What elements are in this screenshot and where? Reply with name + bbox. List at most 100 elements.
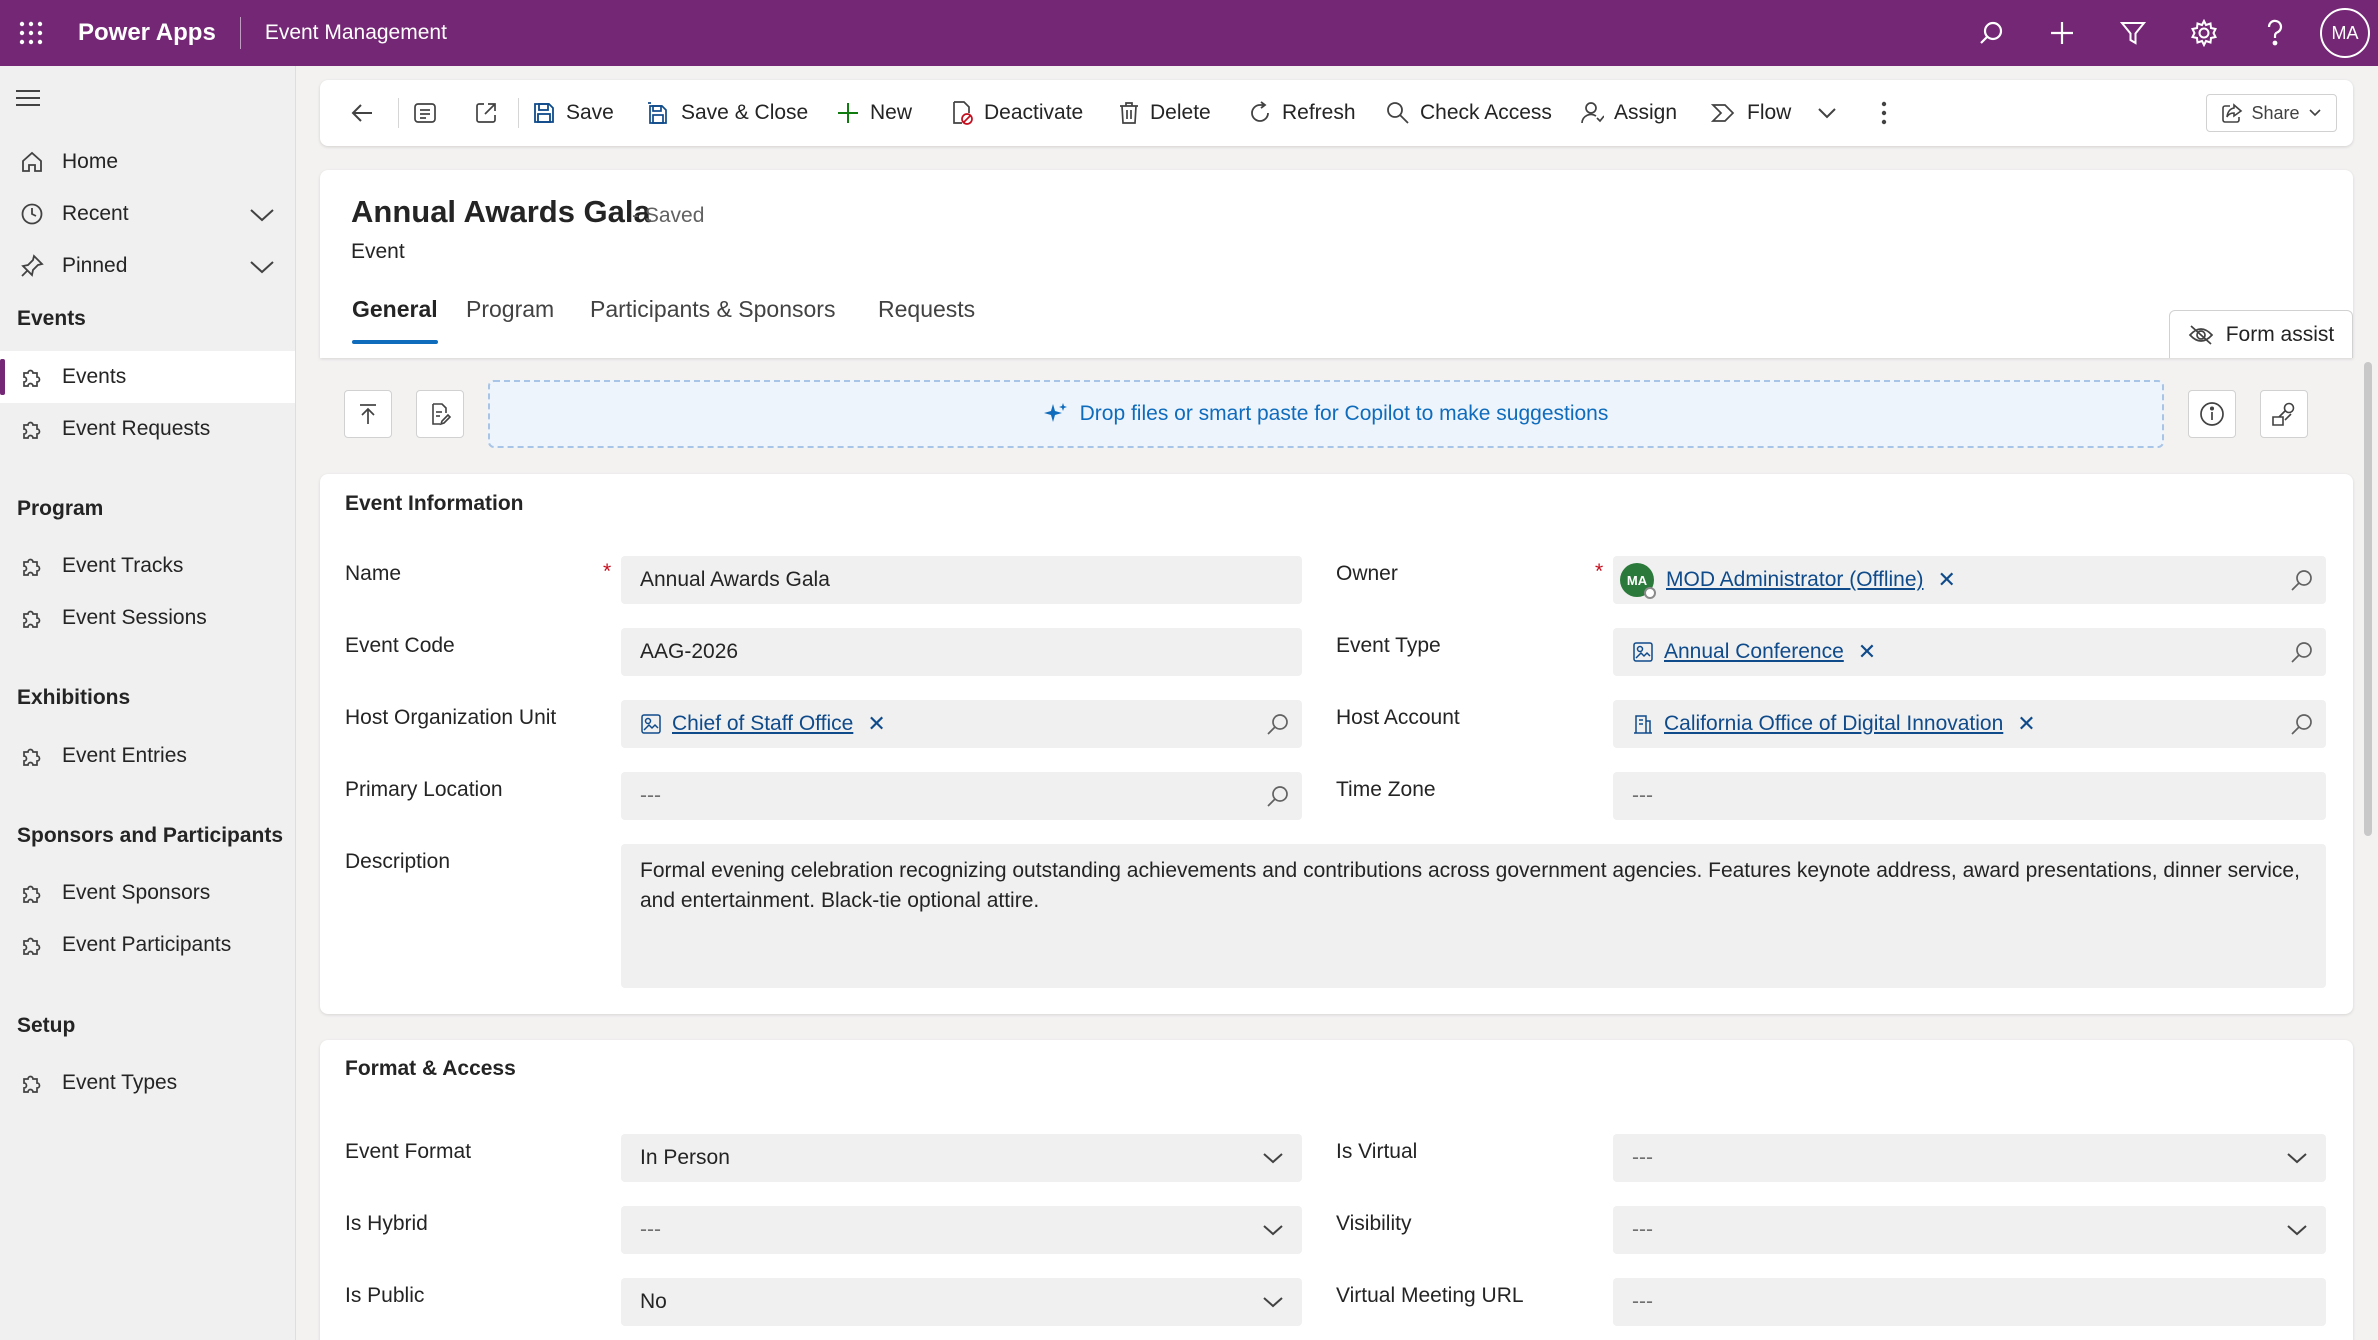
help-icon[interactable] <box>2239 0 2310 66</box>
user-avatar[interactable]: MA <box>2320 8 2370 58</box>
tab-program[interactable]: Program <box>466 296 554 346</box>
is-virtual-select[interactable]: --- <box>1613 1134 2326 1182</box>
flow-button[interactable]: Flow <box>1711 80 1837 146</box>
host-org-lookup[interactable]: Chief of Staff Office ✕ <box>621 700 1302 748</box>
info-icon[interactable] <box>2188 390 2236 438</box>
host-org-link[interactable]: Chief of Staff Office <box>672 712 853 736</box>
search-icon[interactable] <box>2290 568 2314 592</box>
owner-lookup[interactable]: MA MOD Administrator (Offline) ✕ <box>1613 556 2326 604</box>
chevron-down-icon <box>2286 1221 2308 1239</box>
gear-icon[interactable] <box>2168 0 2239 66</box>
search-icon[interactable] <box>1955 0 2026 66</box>
sidebar-item-events[interactable]: Events <box>0 351 295 403</box>
description-field[interactable]: Formal evening celebration recognizing o… <box>621 844 2326 988</box>
event-type-lookup[interactable]: Annual Conference ✕ <box>1613 628 2326 676</box>
form-fill-icon[interactable] <box>416 390 464 438</box>
primary-location-value: --- <box>640 784 661 807</box>
person-icon <box>1580 101 1604 125</box>
form-view-icon[interactable] <box>403 80 447 146</box>
delete-label: Delete <box>1150 101 1211 124</box>
filter-icon[interactable] <box>2097 0 2168 66</box>
sidebar-item-event-participants[interactable]: Event Participants <box>0 919 295 971</box>
assign-button[interactable]: Assign <box>1580 80 1677 146</box>
share-button[interactable]: Share <box>2206 94 2337 132</box>
tab-general[interactable]: General <box>352 296 438 346</box>
sidebar-item-event-tracks[interactable]: Event Tracks <box>0 540 295 592</box>
chevron-down-icon[interactable] <box>1817 106 1837 120</box>
sidebar-item-home[interactable]: Home <box>0 136 295 188</box>
sidebar-item-event-sessions[interactable]: Event Sessions <box>0 592 295 644</box>
name-field[interactable]: Annual Awards Gala <box>621 556 1302 604</box>
nav-group-exhibitions: Exhibitions <box>17 686 131 709</box>
sidebar-item-event-types[interactable]: Event Types <box>0 1057 295 1109</box>
visibility-select[interactable]: --- <box>1613 1206 2326 1254</box>
owner-link[interactable]: MOD Administrator (Offline) <box>1666 568 1924 592</box>
host-org-label: Host Organization Unit <box>345 706 557 729</box>
save-and-close-button[interactable]: Save & Close <box>645 80 808 146</box>
sidebar-item-recent[interactable]: Recent <box>0 188 295 240</box>
time-zone-field[interactable]: --- <box>1613 772 2326 820</box>
delete-button[interactable]: Delete <box>1118 80 1211 146</box>
scroll-top-icon[interactable] <box>344 390 392 438</box>
search-icon[interactable] <box>2290 640 2314 664</box>
sidebar-item-event-requests[interactable]: Event Requests <box>0 403 295 455</box>
primary-location-label: Primary Location <box>345 778 503 801</box>
sidebar-item-label: Home <box>62 150 119 173</box>
save-button[interactable]: Save <box>532 80 614 146</box>
remove-icon[interactable]: ✕ <box>2017 711 2035 737</box>
back-arrow-icon[interactable] <box>340 80 384 146</box>
is-hybrid-select[interactable]: --- <box>621 1206 1302 1254</box>
app-launcher-icon[interactable] <box>0 0 62 66</box>
host-account-lookup[interactable]: California Office of Digital Innovation … <box>1613 700 2326 748</box>
refresh-button[interactable]: Refresh <box>1248 80 1356 146</box>
search-icon[interactable] <box>2290 712 2314 736</box>
record-title: Annual Awards Gala <box>351 194 651 229</box>
open-new-window-icon[interactable] <box>464 80 508 146</box>
section-format-access: Format & Access Event Format In Person I… <box>320 1040 2353 1340</box>
host-account-link[interactable]: California Office of Digital Innovation <box>1664 712 2003 736</box>
sidebar-item-label: Event Sponsors <box>62 881 211 904</box>
brand-name[interactable]: Power Apps <box>62 19 240 47</box>
remove-icon[interactable]: ✕ <box>1858 639 1876 665</box>
event-code-field[interactable]: AAG-2026 <box>621 628 1302 676</box>
required-indicator: * <box>1595 560 1604 583</box>
primary-location-lookup[interactable]: --- <box>621 772 1302 820</box>
vertical-scrollbar[interactable] <box>2364 362 2372 836</box>
puzzle-icon <box>0 933 62 957</box>
more-commands-icon[interactable] <box>1862 80 1906 146</box>
event-format-value: In Person <box>640 1146 730 1169</box>
is-public-select[interactable]: No <box>621 1278 1302 1326</box>
sidebar-item-label: Event Requests <box>62 417 211 440</box>
related-records-icon[interactable] <box>2260 390 2308 438</box>
chevron-down-icon[interactable] <box>249 255 275 277</box>
check-access-button[interactable]: Check Access <box>1386 80 1552 146</box>
chevron-down-icon[interactable] <box>249 203 275 225</box>
form-assist-button[interactable]: Form assist <box>2169 310 2353 358</box>
remove-icon[interactable]: ✕ <box>1938 567 1956 593</box>
is-virtual-label: Is Virtual <box>1336 1140 1418 1163</box>
chevron-down-icon <box>1262 1293 1284 1311</box>
sidebar-item-event-entries[interactable]: Event Entries <box>0 730 295 782</box>
hamburger-menu-icon[interactable] <box>16 88 40 108</box>
meeting-url-field[interactable]: --- <box>1613 1278 2326 1326</box>
app-name[interactable]: Event Management <box>241 21 447 45</box>
plus-icon[interactable] <box>2026 0 2097 66</box>
sidebar-item-pinned[interactable]: Pinned <box>0 240 295 292</box>
tab-requests[interactable]: Requests <box>878 296 975 346</box>
tab-participants-sponsors[interactable]: Participants & Sponsors <box>590 296 835 346</box>
copilot-drop-zone[interactable]: Drop files or smart paste for Copilot to… <box>488 380 2164 448</box>
owner-label: Owner <box>1336 562 1398 585</box>
plus-icon <box>836 101 860 125</box>
search-icon[interactable] <box>1266 784 1290 808</box>
search-icon[interactable] <box>1266 712 1290 736</box>
new-button[interactable]: New <box>836 80 912 146</box>
puzzle-icon <box>0 881 62 905</box>
remove-icon[interactable]: ✕ <box>867 711 885 737</box>
event-format-select[interactable]: In Person <box>621 1134 1302 1182</box>
event-type-link[interactable]: Annual Conference <box>1664 640 1844 664</box>
refresh-label: Refresh <box>1282 101 1356 124</box>
pin-icon <box>0 254 62 278</box>
sidebar-item-event-sponsors[interactable]: Event Sponsors <box>0 867 295 919</box>
presence-offline-icon <box>1644 587 1656 599</box>
deactivate-button[interactable]: Deactivate <box>950 80 1083 146</box>
